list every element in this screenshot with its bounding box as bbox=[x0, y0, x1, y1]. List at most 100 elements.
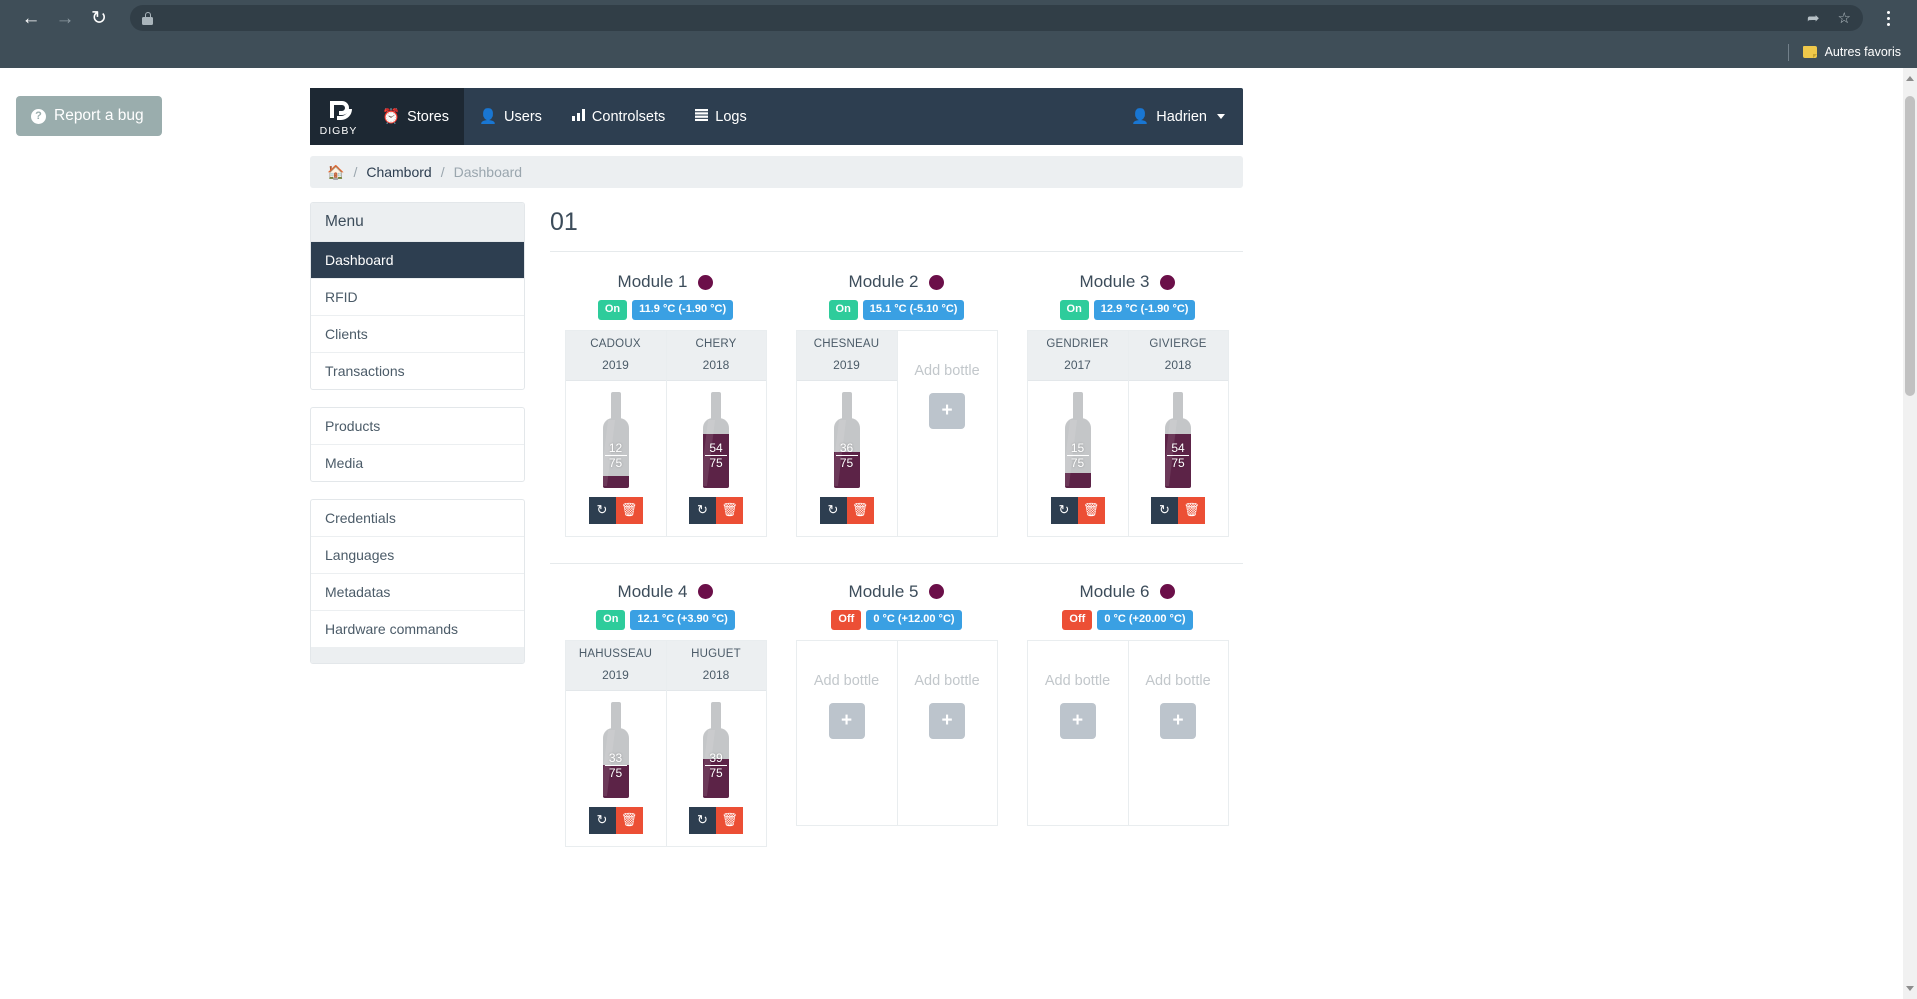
bottle-slot-body: 3675↻🗑 bbox=[797, 381, 897, 536]
add-bottle-slot[interactable]: Add bottle + bbox=[1027, 640, 1128, 826]
page-scrollbar[interactable] bbox=[1903, 68, 1917, 999]
module-power-badge: Off bbox=[831, 610, 861, 630]
refresh-icon[interactable]: ↻ bbox=[689, 807, 716, 834]
module-header: Module 4 bbox=[550, 582, 781, 602]
kebab-menu-icon[interactable] bbox=[1873, 1, 1903, 35]
breadcrumb: 🏠 / Chambord / Dashboard bbox=[310, 156, 1243, 188]
bottle-slot-header: HUGUET2018 bbox=[667, 641, 766, 691]
breadcrumb-item-dashboard: Dashboard bbox=[454, 164, 523, 180]
module-badges: Off0 °C (+12.00 °C) bbox=[781, 610, 1012, 630]
refresh-icon[interactable]: ↻ bbox=[589, 497, 616, 524]
bottle-actions: ↻🗑 bbox=[689, 807, 743, 834]
module-status-dot-icon bbox=[929, 584, 944, 599]
plus-icon[interactable]: + bbox=[829, 703, 865, 739]
scrollbar-thumb[interactable] bbox=[1905, 96, 1915, 396]
bottle-slot: HAHUSSEAU20193375↻🗑 bbox=[565, 640, 666, 847]
nav-item-stores[interactable]: ⏰ Stores bbox=[367, 88, 464, 145]
module-temperature-badge: 0 °C (+20.00 °C) bbox=[1097, 610, 1192, 630]
add-bottle-slot[interactable]: Add bottle+ bbox=[1128, 640, 1229, 826]
sidebar-item-media[interactable]: Media bbox=[311, 445, 524, 481]
sidebar-panel-footer bbox=[311, 648, 524, 663]
bottle-vintage-year: 2019 bbox=[568, 668, 664, 682]
sidebar-item-languages[interactable]: Languages bbox=[311, 537, 524, 574]
bookmark-other-favorites[interactable]: Autres favoris bbox=[1825, 45, 1901, 59]
bottle-level-value: 54 bbox=[698, 442, 734, 455]
sidebar-item-metadatas[interactable]: Metadatas bbox=[311, 574, 524, 611]
reload-icon[interactable]: ↻ bbox=[82, 1, 116, 35]
sidebar-item-transactions[interactable]: Transactions bbox=[311, 353, 524, 389]
bottle-slot-header: CHESNEAU2019 bbox=[797, 331, 897, 381]
bottle-graphic: 5475 bbox=[698, 392, 734, 488]
bottle-producer-name: GENDRIER bbox=[1030, 338, 1126, 350]
brand-logo[interactable]: DIGBY bbox=[310, 88, 367, 145]
trash-icon[interactable]: 🗑 bbox=[716, 807, 743, 834]
sidebar-item-rfid[interactable]: RFID bbox=[311, 279, 524, 316]
sidebar-heading: Menu bbox=[311, 203, 524, 242]
lock-icon bbox=[142, 12, 153, 25]
trash-icon[interactable]: 🗑 bbox=[847, 497, 874, 524]
sidebar-item-hardware-commands[interactable]: Hardware commands bbox=[311, 611, 524, 648]
add-bottle-slot[interactable]: Add bottle+ bbox=[897, 330, 998, 537]
add-bottle-slot[interactable]: Add bottle+ bbox=[796, 640, 897, 826]
add-bottle-slot[interactable]: Add bottle + bbox=[897, 640, 998, 826]
clock-icon: ⏰ bbox=[382, 108, 400, 125]
nav-item-users[interactable]: 👤 Users bbox=[464, 88, 557, 145]
bottle-capacity-value: 75 bbox=[705, 455, 727, 470]
plus-icon[interactable]: + bbox=[929, 393, 965, 429]
bottle-graphic: 5475 bbox=[1160, 392, 1196, 488]
scroll-up-icon[interactable] bbox=[1906, 76, 1914, 81]
plus-icon[interactable]: + bbox=[1160, 703, 1196, 739]
bottle-level-value: 36 bbox=[829, 442, 865, 455]
back-icon[interactable]: ← bbox=[14, 1, 48, 35]
bottle-fill bbox=[1065, 473, 1091, 488]
module-header: Module 3 bbox=[1012, 272, 1243, 292]
sidebar-item-clients[interactable]: Clients bbox=[311, 316, 524, 353]
nav-item-logs[interactable]: Logs bbox=[680, 88, 761, 145]
bottle-slot: CADOUX20191275↻🗑 bbox=[565, 330, 666, 537]
refresh-icon[interactable]: ↻ bbox=[689, 497, 716, 524]
plus-icon[interactable]: + bbox=[1060, 703, 1096, 739]
sidebar-item-dashboard[interactable]: Dashboard bbox=[311, 242, 524, 279]
bottle-level-value: 15 bbox=[1060, 442, 1096, 455]
trash-icon[interactable]: 🗑 bbox=[716, 497, 743, 524]
forward-icon[interactable]: → bbox=[48, 1, 82, 35]
refresh-icon[interactable]: ↻ bbox=[1151, 497, 1178, 524]
refresh-icon[interactable]: ↻ bbox=[820, 497, 847, 524]
module-title: Module 2 bbox=[849, 272, 919, 292]
star-icon[interactable]: ☆ bbox=[1838, 9, 1851, 27]
refresh-icon[interactable]: ↻ bbox=[589, 807, 616, 834]
trash-icon[interactable]: 🗑 bbox=[1078, 497, 1105, 524]
bottle-slot: CHESNEAU20193675↻🗑 bbox=[796, 330, 897, 537]
breadcrumb-item-chambord[interactable]: Chambord bbox=[366, 164, 431, 180]
main-navbar: DIGBY ⏰ Stores 👤 Users bbox=[310, 88, 1243, 145]
trash-icon[interactable]: 🗑 bbox=[616, 497, 643, 524]
module-slots: Add bottle+Add bottle+ bbox=[781, 640, 1012, 826]
module-header: Module 1 bbox=[550, 272, 781, 292]
share-icon[interactable]: ➦ bbox=[1807, 9, 1820, 27]
module-power-badge: On bbox=[1060, 300, 1089, 320]
sidebar-item-products[interactable]: Products bbox=[311, 408, 524, 445]
nav-item-controlsets[interactable]: Controlsets bbox=[557, 88, 680, 145]
bottle-level-value: 33 bbox=[598, 752, 634, 765]
home-icon[interactable]: 🏠 bbox=[327, 164, 344, 181]
add-bottle-label: Add bottle bbox=[914, 673, 979, 689]
bottle-vintage-year: 2018 bbox=[1131, 358, 1226, 372]
add-bottle-label: Add bottle bbox=[1045, 673, 1110, 689]
sidebar-item-credentials[interactable]: Credentials bbox=[311, 500, 524, 537]
trash-icon[interactable]: 🗑 bbox=[616, 807, 643, 834]
brand-text: DIGBY bbox=[320, 125, 358, 137]
module-title: Module 6 bbox=[1080, 582, 1150, 602]
row-divider bbox=[550, 563, 1243, 564]
bottle-capacity-value: 75 bbox=[605, 455, 627, 470]
report-bug-button[interactable]: ? Report a bug bbox=[16, 96, 162, 136]
module-card-module-4: Module 4On12.1 °C (+3.90 °C)HAHUSSEAU201… bbox=[550, 582, 781, 863]
bottle-capacity-value: 75 bbox=[705, 765, 727, 780]
bottle-slot-header: GIVIERGE2018 bbox=[1129, 331, 1228, 381]
plus-icon[interactable]: + bbox=[929, 703, 965, 739]
scroll-down-icon[interactable] bbox=[1906, 986, 1914, 991]
user-menu[interactable]: 👤 Hadrien bbox=[1113, 88, 1243, 145]
trash-icon[interactable]: 🗑 bbox=[1178, 497, 1205, 524]
module-status-dot-icon bbox=[1160, 275, 1175, 290]
refresh-icon[interactable]: ↻ bbox=[1051, 497, 1078, 524]
address-bar[interactable]: ➦ ☆ bbox=[130, 5, 1863, 31]
